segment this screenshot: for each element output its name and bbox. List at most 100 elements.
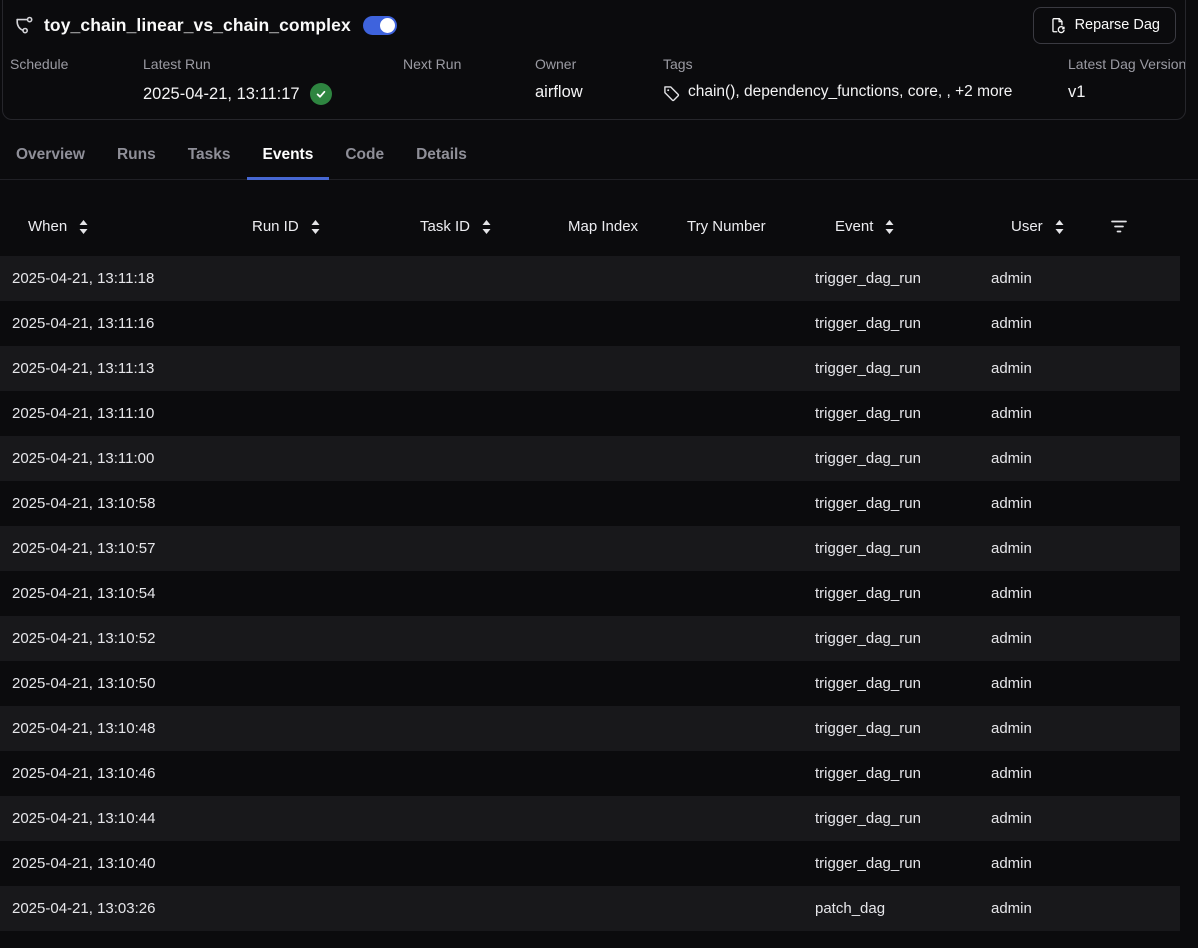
cell-when: 2025-04-21, 13:10:58 xyxy=(0,495,240,512)
table-row[interactable]: 2025-04-21, 13:10:44 trigger_dag_run adm… xyxy=(0,796,1180,841)
cell-user: admin xyxy=(979,810,1099,827)
column-header-task-id[interactable]: Task ID xyxy=(408,218,556,235)
page-title: toy_chain_linear_vs_chain_complex xyxy=(44,15,351,36)
cell-user: admin xyxy=(979,540,1099,557)
cell-event: patch_dag xyxy=(803,900,979,917)
table-row[interactable]: 2025-04-21, 13:11:16 trigger_dag_run adm… xyxy=(0,301,1180,346)
cell-when: 2025-04-21, 13:10:54 xyxy=(0,585,240,602)
reparse-dag-button[interactable]: Reparse Dag xyxy=(1033,7,1176,44)
table-row[interactable]: 2025-04-21, 13:03:26 patch_dag admin xyxy=(0,886,1180,931)
cell-user: admin xyxy=(979,855,1099,872)
tab-runs[interactable]: Runs xyxy=(101,135,172,180)
reparse-dag-label: Reparse Dag xyxy=(1075,17,1160,33)
tab-tasks[interactable]: Tasks xyxy=(172,135,247,180)
table-row[interactable]: 2025-04-21, 13:11:10 trigger_dag_run adm… xyxy=(0,391,1180,436)
tags-label: Tags xyxy=(663,56,1068,72)
sort-icon xyxy=(311,220,320,234)
cell-event: trigger_dag_run xyxy=(803,720,979,737)
sort-icon xyxy=(79,220,88,234)
cell-when: 2025-04-21, 13:10:46 xyxy=(0,765,240,782)
next-run-label: Next Run xyxy=(403,56,535,72)
cell-event: trigger_dag_run xyxy=(803,450,979,467)
cell-when: 2025-04-21, 13:11:13 xyxy=(0,360,240,377)
cell-event: trigger_dag_run xyxy=(803,405,979,422)
sort-icon xyxy=(482,220,491,234)
column-header-when[interactable]: When xyxy=(0,218,240,235)
events-table: When Run ID Task ID Map Index Try Number… xyxy=(0,197,1180,931)
owner-label: Owner xyxy=(535,56,663,72)
info-field-latest-run: Latest Run 2025-04-21, 13:11:17 xyxy=(143,56,403,120)
column-header-user[interactable]: User xyxy=(979,218,1099,235)
column-header-map-index: Map Index xyxy=(556,218,675,235)
dag-info-panel: Schedule Latest Run 2025-04-21, 13:11:17… xyxy=(0,46,1198,120)
cell-when: 2025-04-21, 13:11:16 xyxy=(0,315,240,332)
success-check-badge[interactable] xyxy=(310,83,332,105)
table-row[interactable]: 2025-04-21, 13:11:18 trigger_dag_run adm… xyxy=(0,256,1180,301)
events-table-header: When Run ID Task ID Map Index Try Number… xyxy=(0,197,1180,256)
info-field-tags: Tags chain(), dependency_functions, core… xyxy=(663,56,1068,120)
cell-user: admin xyxy=(979,495,1099,512)
cell-event: trigger_dag_run xyxy=(803,630,979,647)
dag-version-value: v1 xyxy=(1068,83,1198,102)
cell-event: trigger_dag_run xyxy=(803,675,979,692)
info-field-schedule: Schedule xyxy=(10,56,143,120)
tab-code[interactable]: Code xyxy=(329,135,400,180)
tab-events[interactable]: Events xyxy=(247,135,330,180)
table-row[interactable]: 2025-04-21, 13:10:57 trigger_dag_run adm… xyxy=(0,526,1180,571)
table-row[interactable]: 2025-04-21, 13:10:40 trigger_dag_run adm… xyxy=(0,841,1180,886)
cell-event: trigger_dag_run xyxy=(803,495,979,512)
cell-when: 2025-04-21, 13:10:52 xyxy=(0,630,240,647)
info-field-owner: Owner airflow xyxy=(535,56,663,120)
filter-button[interactable] xyxy=(1099,219,1180,234)
table-row[interactable]: 2025-04-21, 13:10:50 trigger_dag_run adm… xyxy=(0,661,1180,706)
sort-icon xyxy=(1055,220,1064,234)
column-header-run-id[interactable]: Run ID xyxy=(240,218,408,235)
table-row[interactable]: 2025-04-21, 13:11:00 trigger_dag_run adm… xyxy=(0,436,1180,481)
cell-when: 2025-04-21, 13:03:26 xyxy=(0,900,240,917)
cell-user: admin xyxy=(979,765,1099,782)
cell-when: 2025-04-21, 13:10:50 xyxy=(0,675,240,692)
column-header-event[interactable]: Event xyxy=(803,218,979,235)
owner-value: airflow xyxy=(535,83,663,102)
latest-run-label: Latest Run xyxy=(143,56,403,72)
latest-run-value[interactable]: 2025-04-21, 13:11:17 xyxy=(143,85,300,104)
cell-user: admin xyxy=(979,270,1099,287)
cell-user: admin xyxy=(979,630,1099,647)
dag-version-label: Latest Dag Version xyxy=(1068,56,1198,72)
dag-graph-icon xyxy=(14,15,34,35)
info-field-dag-version: Latest Dag Version v1 xyxy=(1068,56,1198,120)
cell-when: 2025-04-21, 13:11:18 xyxy=(0,270,240,287)
table-row[interactable]: 2025-04-21, 13:11:13 trigger_dag_run adm… xyxy=(0,346,1180,391)
table-row[interactable]: 2025-04-21, 13:10:54 trigger_dag_run adm… xyxy=(0,571,1180,616)
cell-event: trigger_dag_run xyxy=(803,315,979,332)
table-row[interactable]: 2025-04-21, 13:10:58 trigger_dag_run adm… xyxy=(0,481,1180,526)
column-header-try-number: Try Number xyxy=(675,218,803,235)
cell-when: 2025-04-21, 13:10:40 xyxy=(0,855,240,872)
events-table-body: 2025-04-21, 13:11:18 trigger_dag_run adm… xyxy=(0,256,1180,931)
table-row[interactable]: 2025-04-21, 13:10:46 trigger_dag_run adm… xyxy=(0,751,1180,796)
cell-user: admin xyxy=(979,720,1099,737)
tab-overview[interactable]: Overview xyxy=(0,135,101,180)
schedule-label: Schedule xyxy=(10,56,143,72)
table-row[interactable]: 2025-04-21, 13:10:52 trigger_dag_run adm… xyxy=(0,616,1180,661)
cell-event: trigger_dag_run xyxy=(803,765,979,782)
tags-value[interactable]: chain(), dependency_functions, core, , +… xyxy=(688,83,1012,101)
cell-event: trigger_dag_run xyxy=(803,360,979,377)
table-row[interactable]: 2025-04-21, 13:10:48 trigger_dag_run adm… xyxy=(0,706,1180,751)
cell-event: trigger_dag_run xyxy=(803,585,979,602)
cell-user: admin xyxy=(979,675,1099,692)
cell-event: trigger_dag_run xyxy=(803,540,979,557)
info-field-next-run: Next Run xyxy=(403,56,535,120)
cell-event: trigger_dag_run xyxy=(803,810,979,827)
cell-user: admin xyxy=(979,585,1099,602)
cell-event: trigger_dag_run xyxy=(803,855,979,872)
toggle-knob xyxy=(380,18,395,33)
tab-details[interactable]: Details xyxy=(400,135,483,180)
sort-icon xyxy=(885,220,894,234)
cell-when: 2025-04-21, 13:10:44 xyxy=(0,810,240,827)
cell-when: 2025-04-21, 13:11:00 xyxy=(0,450,240,467)
dag-title-bar: toy_chain_linear_vs_chain_complex Repars… xyxy=(0,0,1198,46)
dag-enabled-toggle[interactable] xyxy=(363,16,397,35)
cell-user: admin xyxy=(979,315,1099,332)
cell-when: 2025-04-21, 13:10:48 xyxy=(0,720,240,737)
